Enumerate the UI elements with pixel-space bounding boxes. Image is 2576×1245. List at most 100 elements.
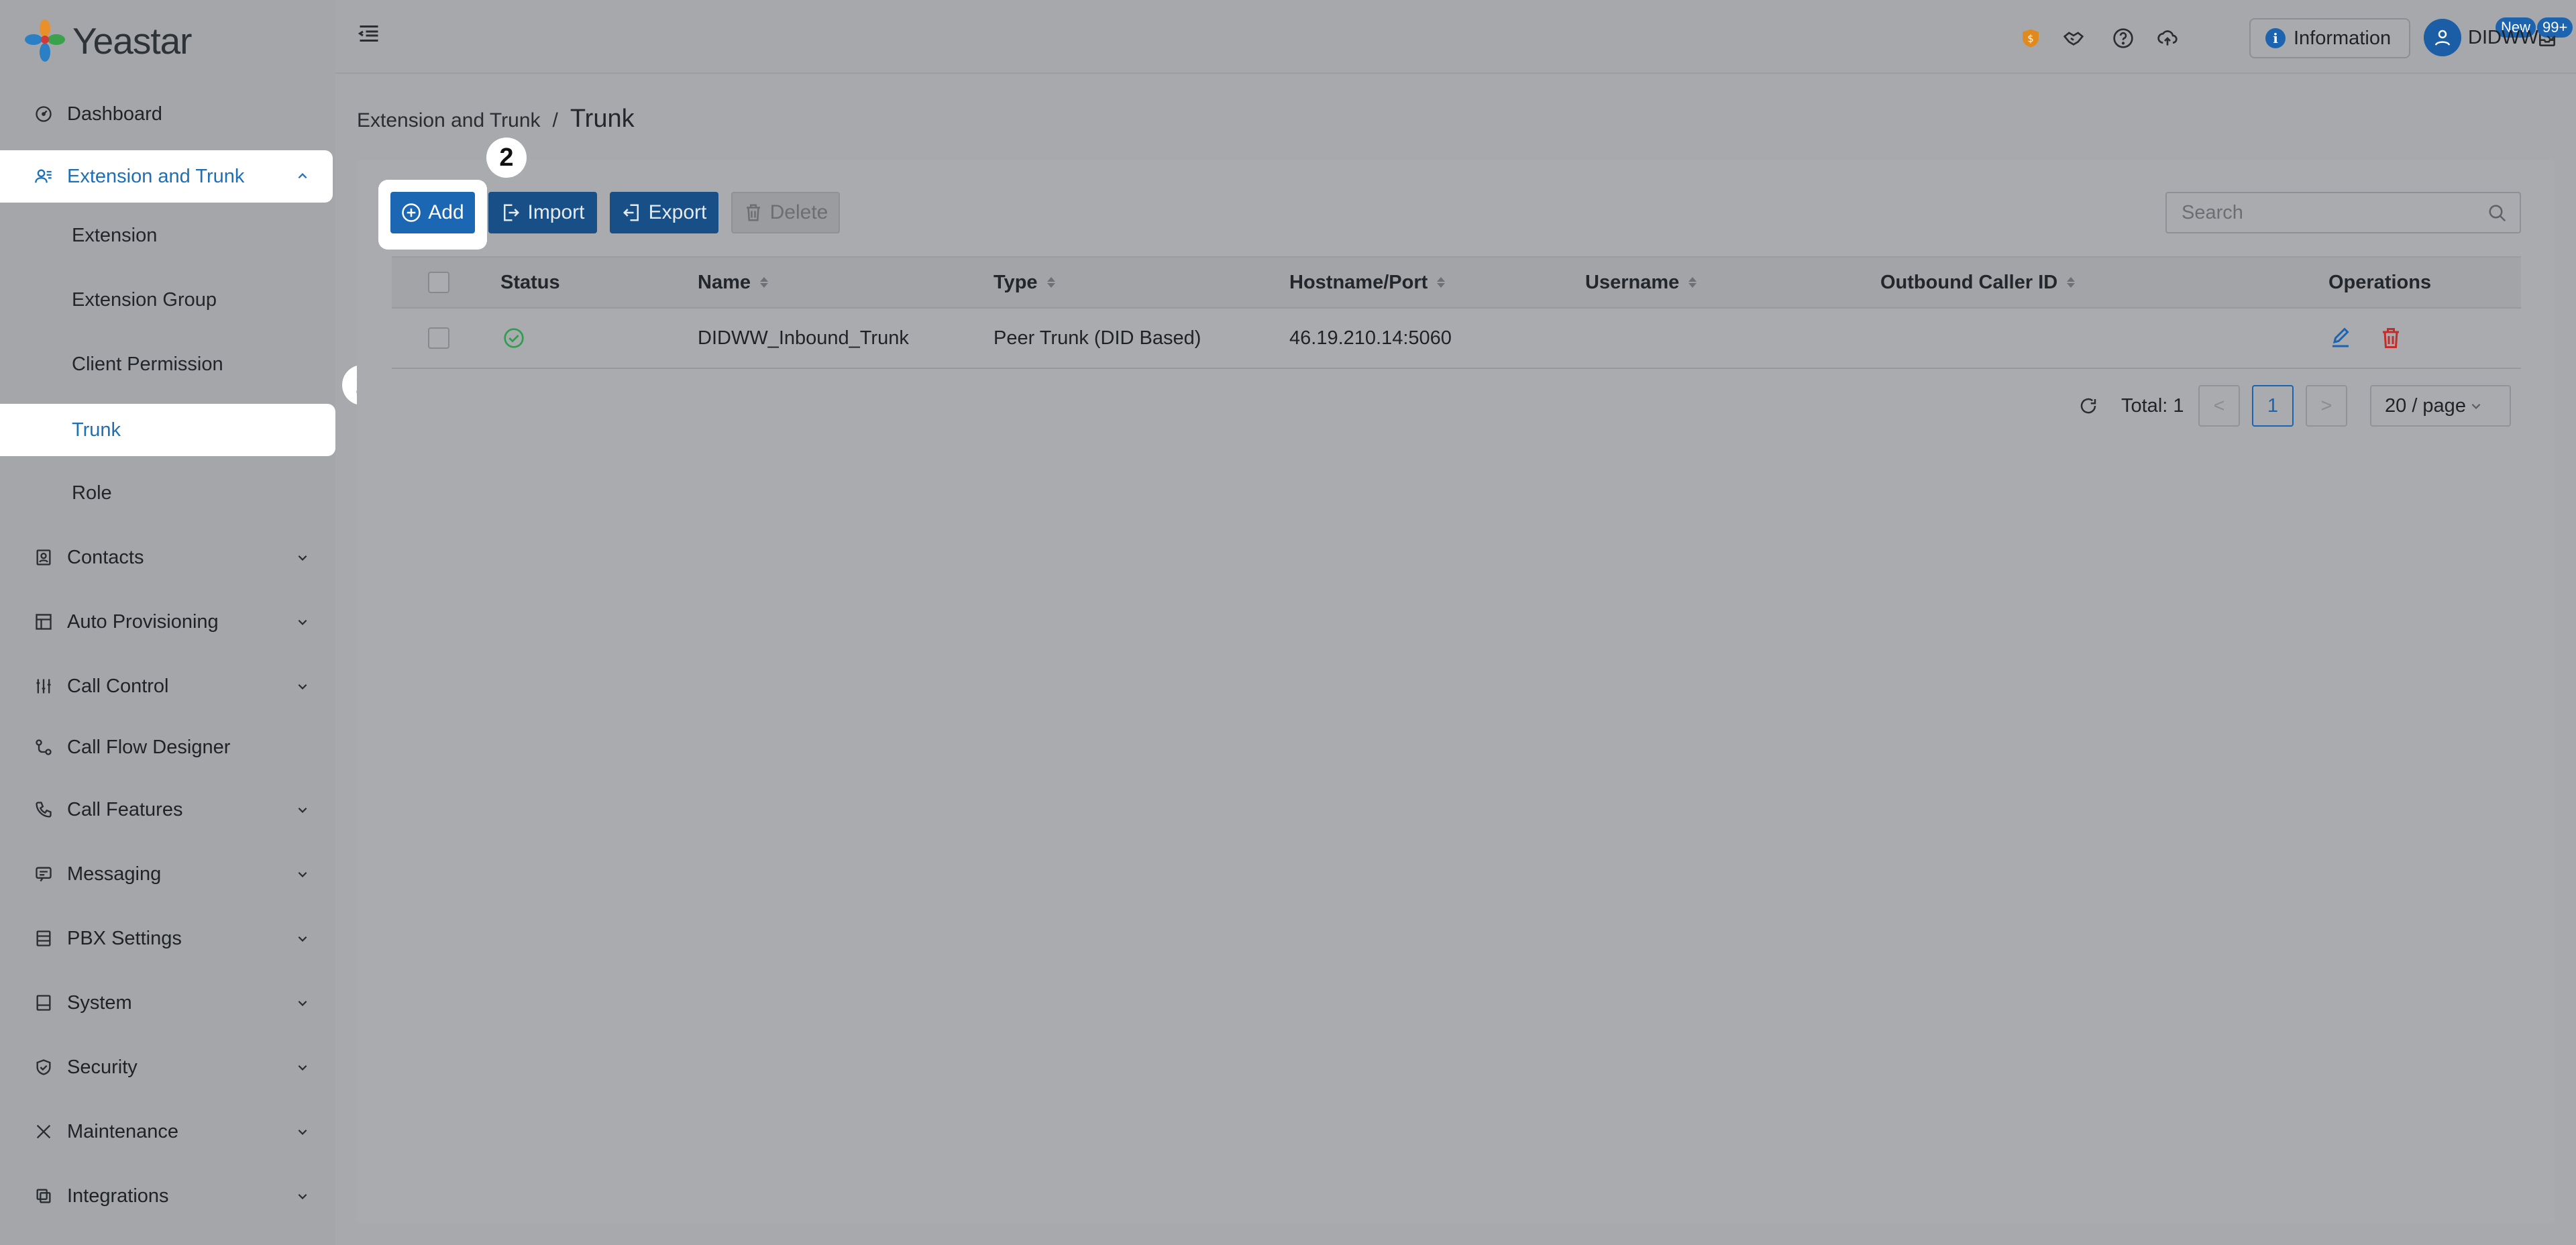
sidebar-item-label: Call Flow Designer — [67, 736, 231, 758]
column-username[interactable]: Username — [1585, 258, 1697, 307]
page-title: Trunk — [570, 105, 635, 133]
sidebar-item-extension-and-trunk[interactable]: Extension and Trunk — [0, 150, 333, 203]
sidebar-item-maintenance[interactable]: Maintenance — [0, 1105, 335, 1158]
message-icon — [34, 864, 54, 884]
delete-button[interactable]: Delete — [731, 192, 840, 233]
sidebar-item-call-control[interactable]: Call Control — [0, 660, 335, 712]
row-checkbox[interactable] — [428, 309, 449, 368]
chevron-down-icon — [2545, 27, 2557, 49]
upgrade-icon[interactable] — [2156, 27, 2179, 50]
security-alert-icon[interactable]: $ — [2019, 27, 2042, 50]
sidebar-subitem-trunk[interactable]: Trunk — [0, 404, 335, 456]
call-control-icon — [34, 676, 54, 696]
chevron-down-icon — [295, 614, 310, 629]
sidebar-subitem-extension[interactable]: Extension — [0, 209, 335, 262]
yeastar-logo-icon — [25, 19, 65, 62]
sidebar-item-contacts[interactable]: Contacts — [0, 531, 335, 584]
sidebar-item-label: Integrations — [67, 1185, 169, 1207]
sidebar-item-label: Auto Provisioning — [67, 610, 219, 633]
sidebar-subitem-label: Role — [72, 482, 112, 504]
column-operations: Operations — [2328, 271, 2432, 293]
chevron-down-icon — [295, 995, 310, 1010]
breadcrumb: Extension and Trunk / Trunk — [357, 105, 635, 133]
sidebar-item-label: Call Control — [67, 675, 169, 697]
import-label: Import — [527, 201, 585, 223]
sidebar-subitem-label: Client Permission — [72, 353, 223, 375]
prev-page-button[interactable]: < — [2198, 385, 2240, 427]
page-size-select[interactable]: 20 / page — [2370, 385, 2511, 427]
dashboard-icon — [34, 104, 54, 124]
sidebar-item-integrations[interactable]: Integrations — [0, 1170, 335, 1222]
sidebar-subitem-role[interactable]: Role — [0, 467, 335, 519]
sort-icon[interactable] — [2067, 277, 2076, 288]
information-label: Information — [2294, 27, 2392, 49]
sort-icon[interactable] — [1688, 277, 1697, 288]
sort-icon[interactable] — [760, 277, 768, 288]
page-number-button[interactable]: 1 — [2252, 385, 2294, 427]
column-name[interactable]: Name — [698, 258, 768, 307]
sidebar-item-auto-provisioning[interactable]: Auto Provisioning — [0, 596, 335, 648]
sidebar-subitem-label: Trunk — [72, 419, 121, 441]
delete-label: Delete — [769, 201, 828, 223]
chevron-down-icon — [295, 1189, 310, 1203]
column-hostname-port[interactable]: Hostname/Port — [1289, 258, 1446, 307]
shield-icon — [34, 1057, 54, 1077]
sidebar-item-messaging[interactable]: Messaging — [0, 848, 335, 900]
column-status: Status — [500, 271, 560, 293]
sort-icon[interactable] — [1437, 277, 1446, 288]
next-page-button[interactable]: > — [2306, 385, 2347, 427]
add-label: Add — [428, 201, 464, 223]
sidebar-item-label: Maintenance — [67, 1120, 179, 1142]
chevron-down-icon — [295, 679, 310, 694]
contacts-icon — [34, 547, 54, 567]
column-type[interactable]: Type — [994, 258, 1055, 307]
sidebar-subitem-label: Extension — [72, 224, 158, 246]
svg-text:$: $ — [2027, 33, 2033, 44]
trash-icon — [746, 204, 760, 221]
information-button[interactable]: i Information — [2249, 18, 2410, 58]
sidebar-item-dashboard[interactable]: Dashboard — [0, 88, 335, 140]
table-row: DIDWW_Inbound_Trunk Peer Trunk (DID Base… — [392, 309, 2521, 369]
sidebar: Yeastar Dashboard Extension and Trunk Ex… — [0, 0, 382, 1245]
chevron-up-icon — [295, 169, 310, 184]
topbar: $ New 99+ i Information DIDWW — [335, 0, 2576, 74]
handshake-icon[interactable] — [2062, 27, 2085, 50]
import-button[interactable]: Import — [488, 192, 597, 233]
chevron-down-icon — [295, 867, 310, 881]
search-input[interactable]: Search — [2165, 192, 2521, 233]
select-all-checkbox[interactable] — [428, 258, 449, 307]
sidebar-item-system[interactable]: System — [0, 977, 335, 1029]
help-icon[interactable] — [2112, 27, 2135, 50]
trunk-name: DIDWW_Inbound_Trunk — [698, 327, 909, 349]
import-icon — [504, 204, 520, 221]
user-menu[interactable]: DIDWW — [2424, 19, 2557, 56]
sidebar-item-security[interactable]: Security — [0, 1041, 335, 1093]
sidebar-item-label: System — [67, 991, 132, 1014]
brand-name: Yeastar — [72, 20, 192, 62]
sidebar-item-call-flow-designer[interactable]: Call Flow Designer — [0, 721, 335, 773]
status-ok-icon — [503, 309, 525, 368]
search-placeholder: Search — [2182, 201, 2243, 223]
search-icon[interactable] — [2487, 203, 2508, 223]
refresh-icon[interactable] — [2078, 385, 2098, 427]
delete-row-icon[interactable] — [2379, 309, 2403, 368]
menu-collapse-icon[interactable] — [357, 21, 381, 46]
yeastar-logo[interactable]: Yeastar — [23, 17, 192, 64]
chevron-down-icon — [295, 802, 310, 817]
edit-icon[interactable] — [2328, 309, 2353, 368]
sidebar-subitem-client-permission[interactable]: Client Permission — [0, 338, 335, 390]
plus-circle-icon — [402, 203, 421, 222]
sidebar-item-call-features[interactable]: Call Features — [0, 783, 335, 836]
trunk-hostname: 46.19.210.14:5060 — [1289, 327, 1452, 349]
sidebar-subitem-extension-group[interactable]: Extension Group — [0, 274, 335, 326]
pagination-total: Total: 1 — [2121, 394, 2184, 417]
tools-icon — [34, 1122, 54, 1142]
export-icon — [623, 204, 639, 221]
export-button[interactable]: Export — [610, 192, 718, 233]
breadcrumb-parent[interactable]: Extension and Trunk — [357, 109, 541, 132]
sidebar-item-pbx-settings[interactable]: PBX Settings — [0, 912, 335, 965]
column-outbound-caller-id[interactable]: Outbound Caller ID — [1880, 258, 2076, 307]
add-button[interactable]: Add — [390, 192, 475, 233]
sidebar-item-label: PBX Settings — [67, 927, 182, 949]
sort-icon[interactable] — [1046, 277, 1055, 288]
